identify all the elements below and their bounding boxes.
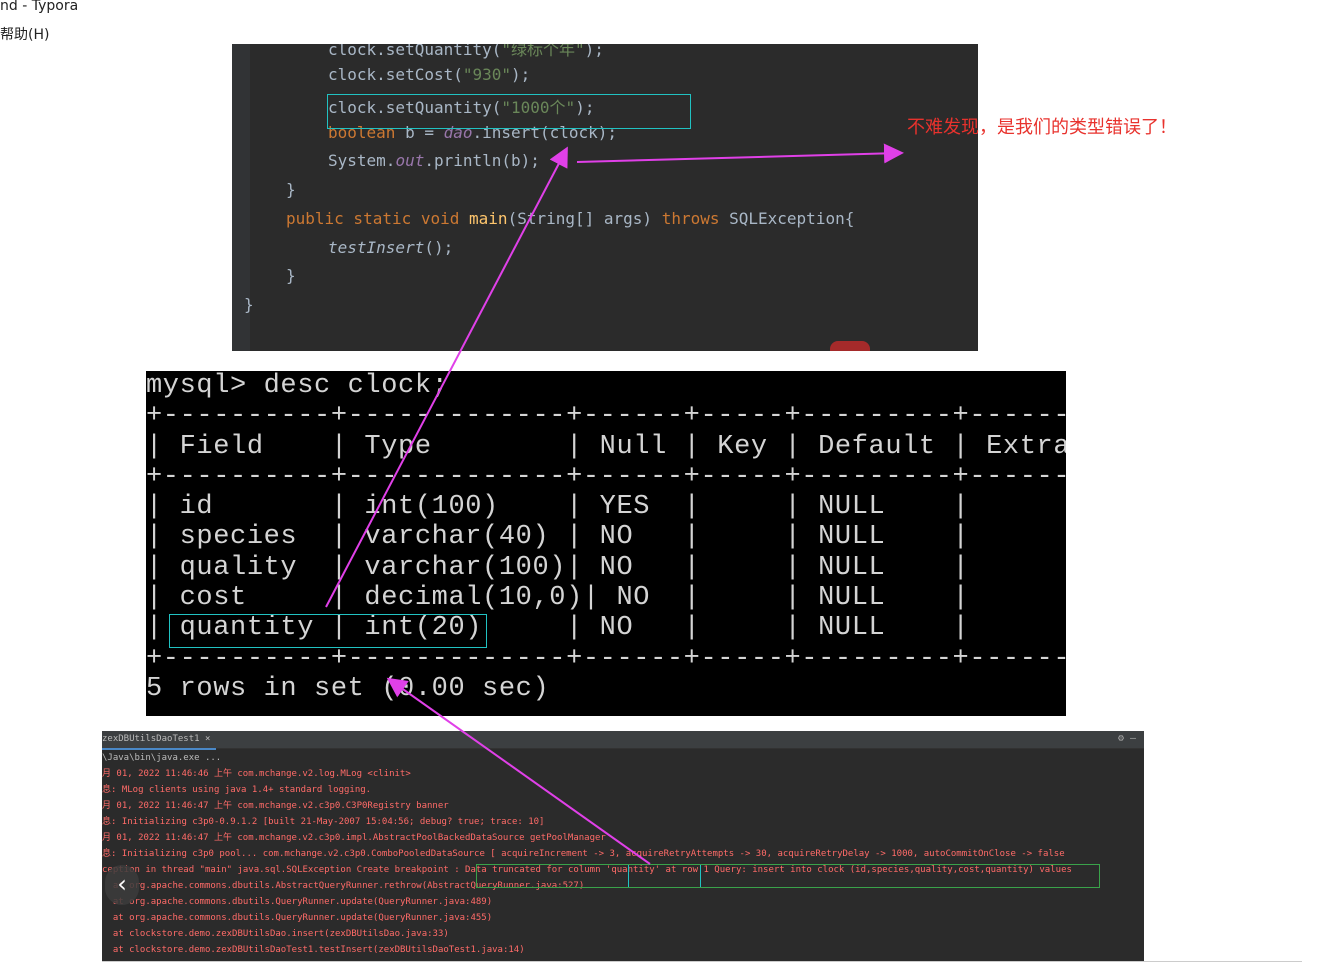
arrow-to-mysql — [386, 677, 651, 865]
arrow-to-code — [325, 146, 568, 608]
page-divider — [102, 961, 1302, 962]
arrow-to-annotation — [576, 143, 904, 164]
annotation-arrows — [325, 143, 904, 865]
